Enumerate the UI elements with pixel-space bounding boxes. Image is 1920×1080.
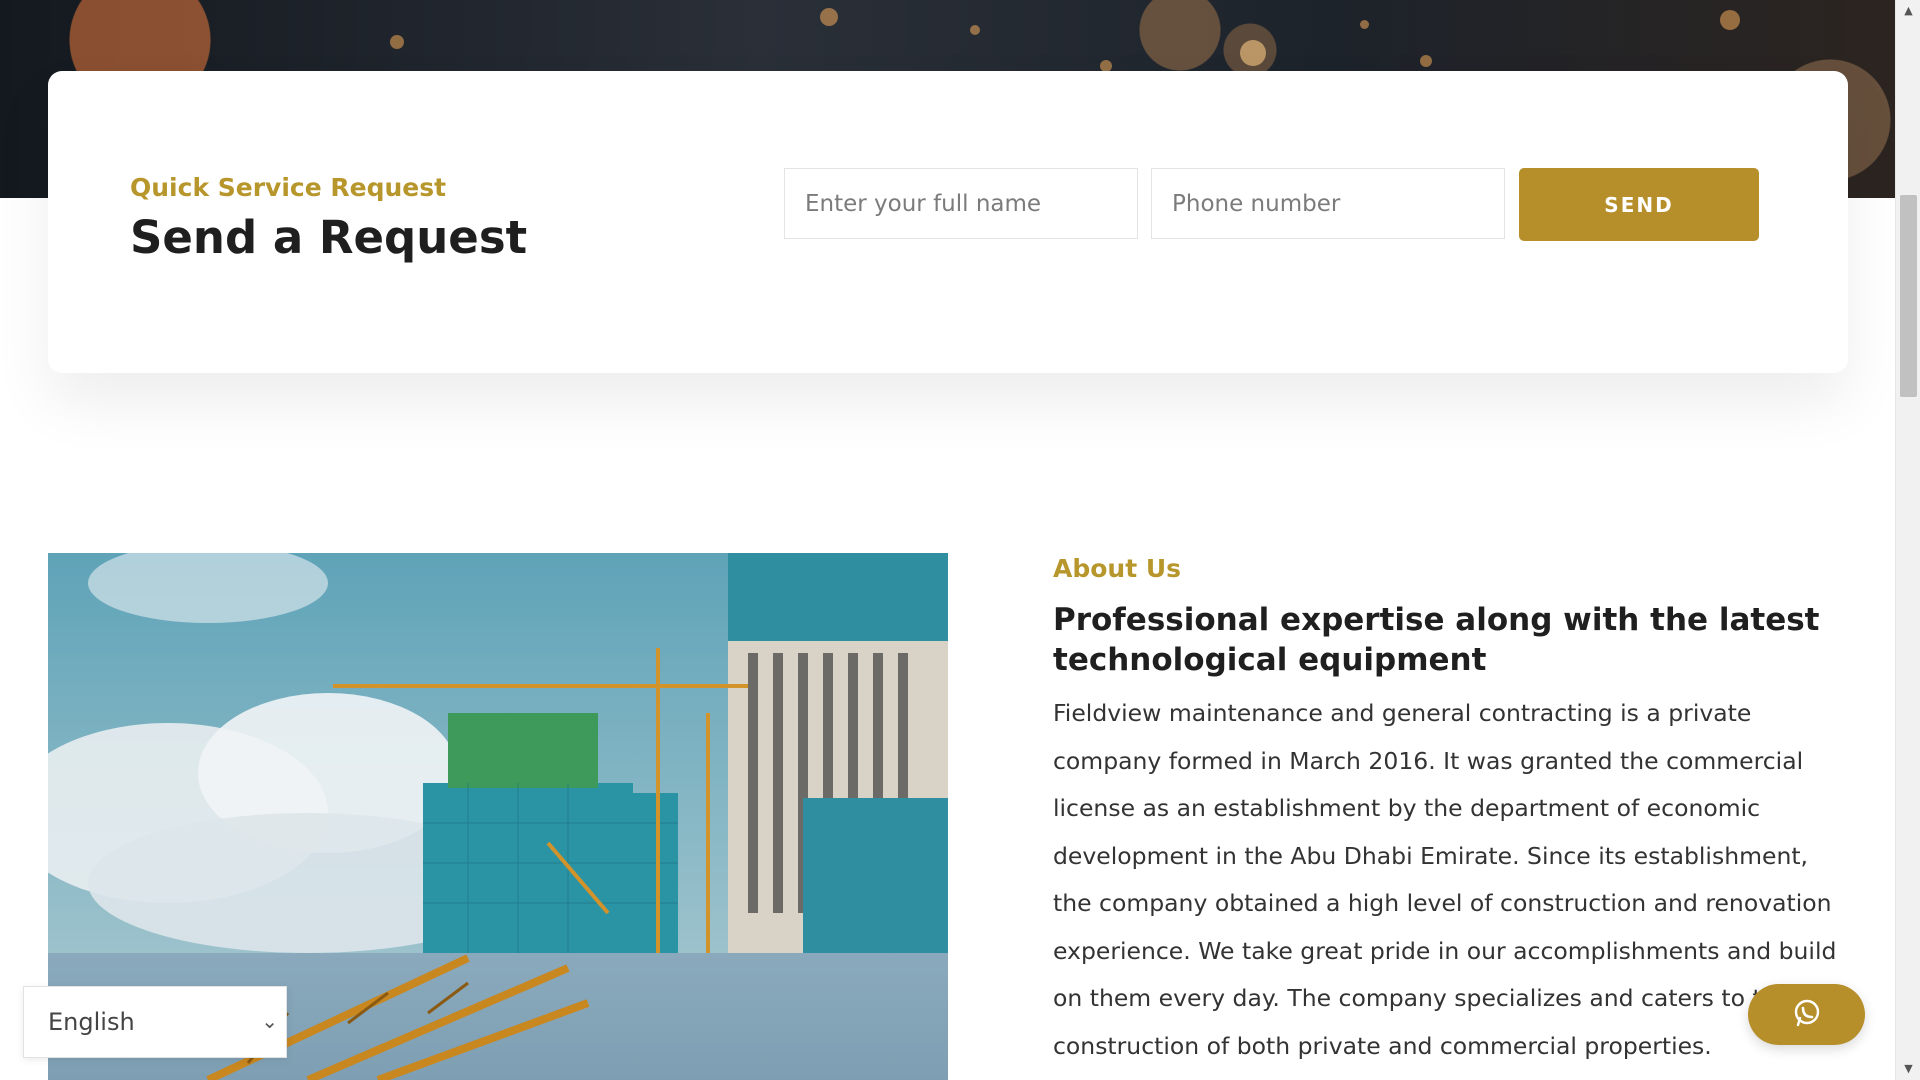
whatsapp-icon (1792, 998, 1822, 1032)
send-button[interactable]: SEND (1519, 168, 1759, 241)
scrollbar-thumb[interactable] (1900, 195, 1917, 397)
scroll-up-arrow-icon[interactable]: ▲ (1896, 0, 1920, 22)
language-select[interactable]: English (24, 987, 286, 1057)
request-title: Send a Request (130, 211, 528, 264)
scroll-down-arrow-icon[interactable]: ▼ (1896, 1058, 1920, 1080)
about-heading: Professional expertise along with the la… (1053, 602, 1820, 678)
request-eyebrow: Quick Service Request (130, 173, 447, 202)
whatsapp-button[interactable] (1748, 984, 1865, 1045)
language-selector[interactable]: English ⌄ (23, 986, 287, 1058)
about-eyebrow: About Us (1053, 554, 1182, 583)
page-scrollbar[interactable]: ▲ ▼ (1895, 0, 1920, 1080)
full-name-input[interactable] (784, 168, 1138, 239)
phone-number-input[interactable] (1151, 168, 1505, 239)
about-description: Fieldview maintenance and general contra… (1053, 699, 1837, 1060)
quick-request-card: Quick Service Request Send a Request SEN… (48, 71, 1848, 373)
